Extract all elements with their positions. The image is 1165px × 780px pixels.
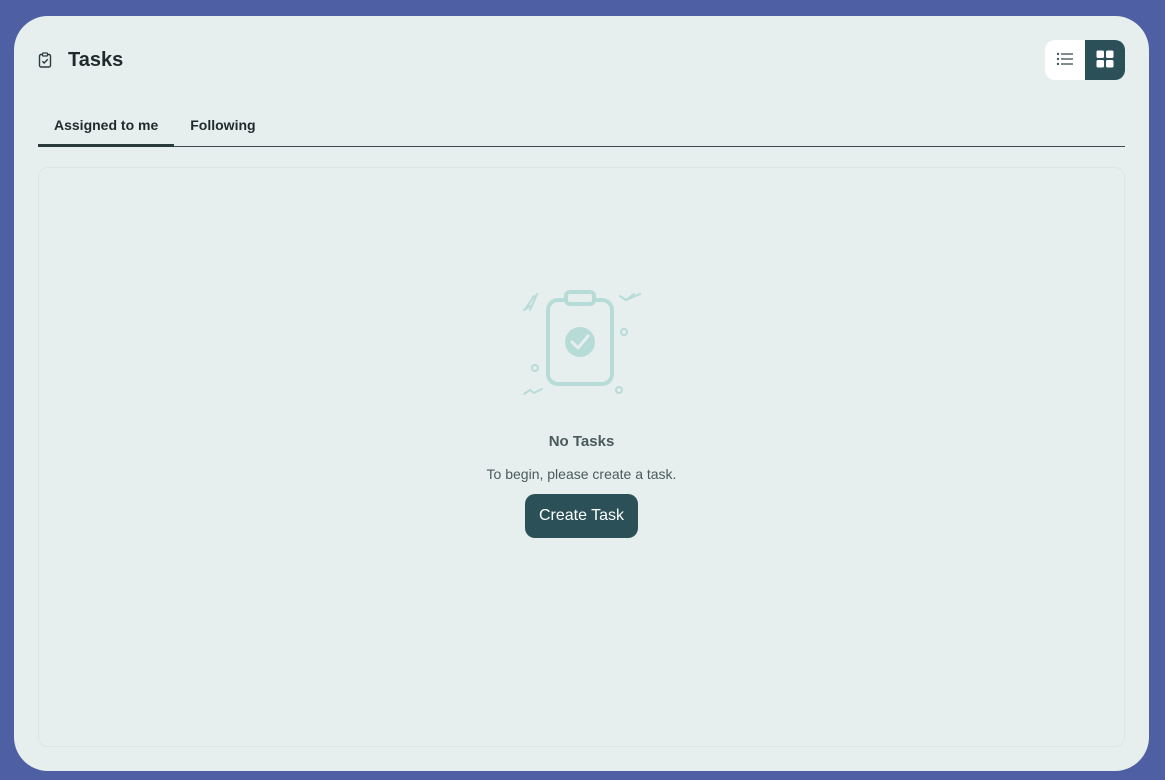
empty-state-description: To begin, please create a task. <box>486 466 677 482</box>
header: Tasks <box>38 40 1125 80</box>
clipboard-check-illustration <box>520 286 644 403</box>
grid-view-icon <box>1096 50 1114 71</box>
list-view-icon <box>1056 52 1074 69</box>
tab-following[interactable]: Following <box>174 106 271 147</box>
create-task-button[interactable]: Create Task <box>524 494 639 538</box>
tasks-panel: No Tasks To begin, please create a task.… <box>38 167 1125 747</box>
empty-state-title: No Tasks <box>548 433 615 450</box>
list-view-button[interactable] <box>1045 40 1085 80</box>
view-toggle <box>1045 40 1125 80</box>
clipboard-check-icon <box>38 52 54 68</box>
tab-bar: Assigned to me Following <box>38 106 1125 147</box>
tab-assigned-to-me[interactable]: Assigned to me <box>38 106 175 147</box>
grid-view-button[interactable] <box>1085 40 1125 80</box>
empty-state: No Tasks To begin, please create a task.… <box>39 286 1124 538</box>
page-title: Tasks <box>68 48 124 71</box>
tasks-card: Tasks Assigned to me Following No Tasks … <box>14 16 1149 771</box>
